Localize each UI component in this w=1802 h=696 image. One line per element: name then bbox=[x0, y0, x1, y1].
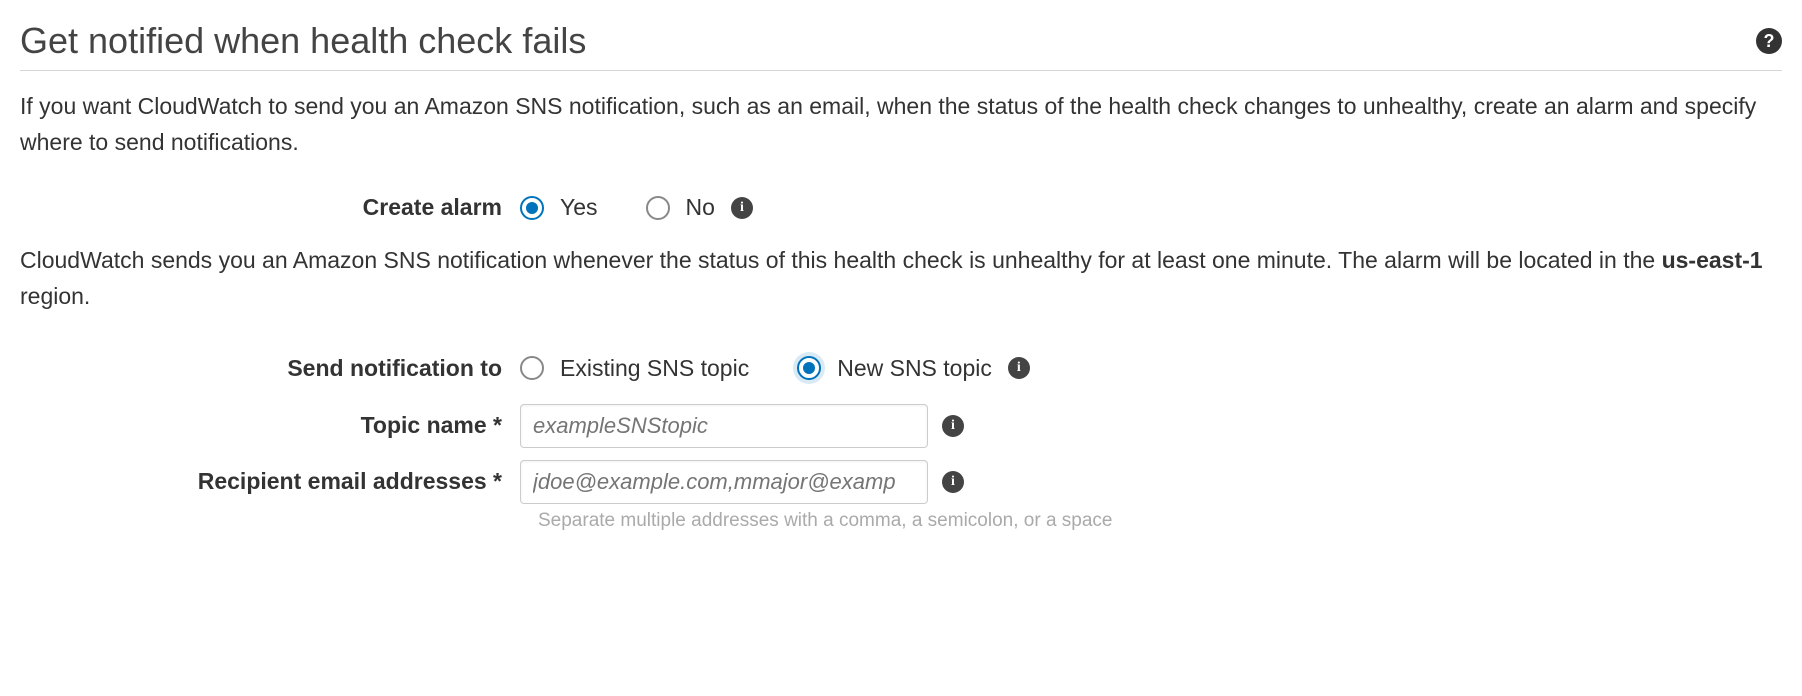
create-alarm-no-radio[interactable] bbox=[646, 196, 670, 220]
help-icon[interactable]: ? bbox=[1756, 28, 1782, 54]
create-alarm-row: Create alarm Yes No i bbox=[20, 194, 1782, 221]
section-header: Get notified when health check fails ? bbox=[20, 20, 1782, 71]
info-icon[interactable]: i bbox=[731, 197, 753, 219]
create-alarm-radio-group: Yes No i bbox=[520, 194, 753, 221]
create-alarm-label: Create alarm bbox=[20, 194, 520, 221]
topic-name-label: Topic name * bbox=[20, 412, 520, 439]
send-notification-row: Send notification to Existing SNS topic … bbox=[20, 355, 1782, 382]
new-topic-item: New SNS topic i bbox=[797, 355, 1030, 382]
new-topic-label: New SNS topic bbox=[837, 355, 992, 382]
topic-name-row: Topic name * i bbox=[20, 404, 1782, 448]
create-alarm-yes-label: Yes bbox=[560, 194, 598, 221]
new-topic-radio[interactable] bbox=[797, 356, 821, 380]
recipient-emails-row: Recipient email addresses * i bbox=[20, 460, 1782, 504]
info-icon[interactable]: i bbox=[1008, 357, 1030, 379]
recipient-emails-label: Recipient email addresses * bbox=[20, 468, 520, 495]
recipient-hint-row: Separate multiple addresses with a comma… bbox=[20, 510, 1782, 532]
existing-topic-label: Existing SNS topic bbox=[560, 355, 749, 382]
page-title: Get notified when health check fails bbox=[20, 20, 586, 62]
send-notification-radio-group: Existing SNS topic New SNS topic i bbox=[520, 355, 1030, 382]
topic-name-input[interactable] bbox=[520, 404, 928, 448]
info-icon[interactable]: i bbox=[942, 471, 964, 493]
info-icon[interactable]: i bbox=[942, 415, 964, 437]
existing-topic-radio[interactable] bbox=[520, 356, 544, 380]
section-description: If you want CloudWatch to send you an Am… bbox=[20, 89, 1782, 160]
alarm-note-region: us-east-1 bbox=[1662, 247, 1763, 273]
create-alarm-yes-item: Yes bbox=[520, 194, 598, 221]
existing-topic-item: Existing SNS topic bbox=[520, 355, 749, 382]
alarm-note-prefix: CloudWatch sends you an Amazon SNS notif… bbox=[20, 247, 1662, 273]
recipient-hint-text: Separate multiple addresses with a comma… bbox=[520, 510, 1113, 532]
send-notification-label: Send notification to bbox=[20, 355, 520, 382]
recipient-emails-input[interactable] bbox=[520, 460, 928, 504]
alarm-note-suffix: region. bbox=[20, 283, 90, 309]
create-alarm-yes-radio[interactable] bbox=[520, 196, 544, 220]
alarm-note: CloudWatch sends you an Amazon SNS notif… bbox=[20, 243, 1782, 314]
create-alarm-no-label: No bbox=[686, 194, 715, 221]
create-alarm-no-item: No i bbox=[646, 194, 753, 221]
